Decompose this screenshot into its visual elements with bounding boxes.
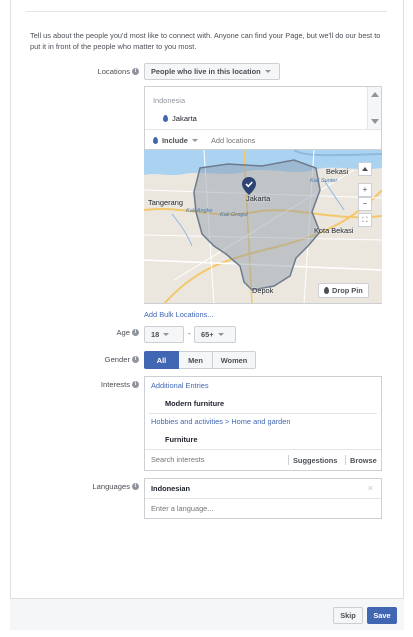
include-dropdown[interactable]: Include bbox=[153, 136, 198, 145]
map-label-kota-bekasi: Kota Bekasi bbox=[314, 226, 354, 235]
chevron-down-icon bbox=[163, 333, 170, 336]
chevron-down-icon bbox=[264, 70, 271, 73]
interest-category[interactable]: Additional Entries bbox=[151, 381, 209, 390]
location-type-label: People who live in this location bbox=[151, 67, 261, 76]
search-interests-input[interactable] bbox=[151, 453, 281, 466]
map-label-jakarta: Jakarta bbox=[246, 194, 271, 203]
location-pin-icon bbox=[163, 115, 168, 122]
footer-bar: Skip Save bbox=[10, 598, 404, 630]
include-label: Include bbox=[162, 136, 188, 145]
age-separator: - bbox=[188, 329, 191, 338]
map-label-kali-angke: Kali Angke bbox=[186, 208, 213, 214]
language-input[interactable] bbox=[151, 502, 351, 515]
languages-label-text: Languages bbox=[92, 482, 130, 491]
divider bbox=[26, 11, 387, 12]
map-label-kali-grogol: Kali Grogol bbox=[220, 212, 248, 218]
location-map[interactable]: Jakarta Tangerang Bekasi Kota Bekasi Dep… bbox=[144, 149, 382, 303]
age-max-dropdown[interactable]: 65+ bbox=[194, 326, 236, 343]
selected-language: Indonesian bbox=[151, 484, 191, 493]
drop-pin-button[interactable]: Drop Pin bbox=[318, 283, 369, 298]
gender-label-text: Gender bbox=[104, 355, 130, 364]
fullscreen-icon: ⛶ bbox=[362, 217, 368, 224]
info-icon[interactable]: i bbox=[132, 483, 139, 490]
info-icon[interactable]: i bbox=[132, 68, 139, 75]
map-collapse-button[interactable] bbox=[358, 162, 372, 176]
zoom-in-button[interactable]: + bbox=[358, 183, 372, 197]
country-label: Indonesia bbox=[153, 96, 186, 105]
chevron-down-icon bbox=[191, 139, 198, 142]
locations-label: Locations i bbox=[97, 67, 139, 76]
languages-box: Indonesian × bbox=[144, 478, 382, 519]
divider bbox=[288, 455, 289, 465]
selected-location-text: Jakarta bbox=[172, 114, 197, 123]
pin-icon bbox=[324, 287, 329, 294]
suggestions-button[interactable]: Suggestions bbox=[293, 456, 337, 465]
gender-men-button[interactable]: Men bbox=[179, 351, 213, 369]
scroll-down-icon[interactable] bbox=[371, 119, 379, 124]
gender-all-button[interactable]: All bbox=[144, 351, 179, 369]
add-locations-input[interactable] bbox=[211, 134, 371, 147]
interests-box: Additional Entries Modern furniture Hobb… bbox=[144, 376, 382, 471]
info-icon[interactable]: i bbox=[132, 356, 139, 363]
remove-icon[interactable]: × bbox=[368, 483, 373, 493]
info-icon[interactable]: i bbox=[132, 329, 139, 336]
minus-icon: − bbox=[362, 199, 368, 208]
divider bbox=[145, 449, 381, 450]
save-button[interactable]: Save bbox=[367, 607, 397, 624]
add-bulk-locations-link[interactable]: Add Bulk Locations... bbox=[144, 310, 213, 319]
gender-women-button[interactable]: Women bbox=[213, 351, 256, 369]
gender-label: Gender i bbox=[105, 355, 139, 364]
locations-label-text: Locations bbox=[97, 67, 130, 76]
interests-label-text: Interests bbox=[100, 380, 130, 389]
age-min-dropdown[interactable]: 18 bbox=[144, 326, 184, 343]
info-icon[interactable]: i bbox=[132, 381, 139, 388]
fullscreen-button[interactable]: ⛶ bbox=[358, 213, 372, 227]
interest-item[interactable]: Furniture bbox=[165, 435, 197, 444]
zoom-out-button[interactable]: − bbox=[358, 197, 372, 211]
interests-label: Interests i bbox=[101, 380, 139, 389]
drop-pin-label: Drop Pin bbox=[332, 286, 363, 295]
map-label-tangerang: Tangerang bbox=[148, 198, 183, 207]
scrollbar[interactable] bbox=[367, 87, 381, 129]
age-label-text: Age bbox=[116, 328, 130, 337]
divider bbox=[149, 413, 377, 414]
intro-text: Tell us about the people you'd most like… bbox=[30, 31, 381, 51]
skip-button[interactable]: Skip bbox=[333, 607, 363, 624]
age-label: Age i bbox=[116, 328, 139, 337]
age-min-value: 18 bbox=[151, 330, 160, 339]
divider bbox=[145, 498, 381, 499]
location-type-dropdown[interactable]: People who live in this location bbox=[144, 63, 280, 80]
age-max-value: 65+ bbox=[201, 330, 214, 339]
interest-category[interactable]: Hobbies and activities > Home and garden bbox=[151, 417, 290, 426]
scroll-up-icon[interactable] bbox=[371, 92, 379, 97]
map-label-depok: Depok bbox=[252, 286, 274, 295]
map-label-kali-sunter: Kali Sunter bbox=[310, 178, 338, 184]
location-pin-icon bbox=[153, 137, 158, 144]
browse-button[interactable]: Browse bbox=[350, 456, 377, 465]
selected-location[interactable]: Jakarta bbox=[163, 114, 197, 123]
chevron-down-icon bbox=[217, 333, 224, 336]
chevron-up-icon bbox=[362, 166, 368, 171]
divider bbox=[145, 129, 381, 130]
divider bbox=[345, 455, 346, 465]
map-label-bekasi: Bekasi bbox=[326, 167, 349, 176]
interest-item[interactable]: Modern furniture bbox=[165, 399, 224, 408]
languages-label: Languages i bbox=[92, 482, 139, 491]
plus-icon: + bbox=[362, 185, 368, 194]
